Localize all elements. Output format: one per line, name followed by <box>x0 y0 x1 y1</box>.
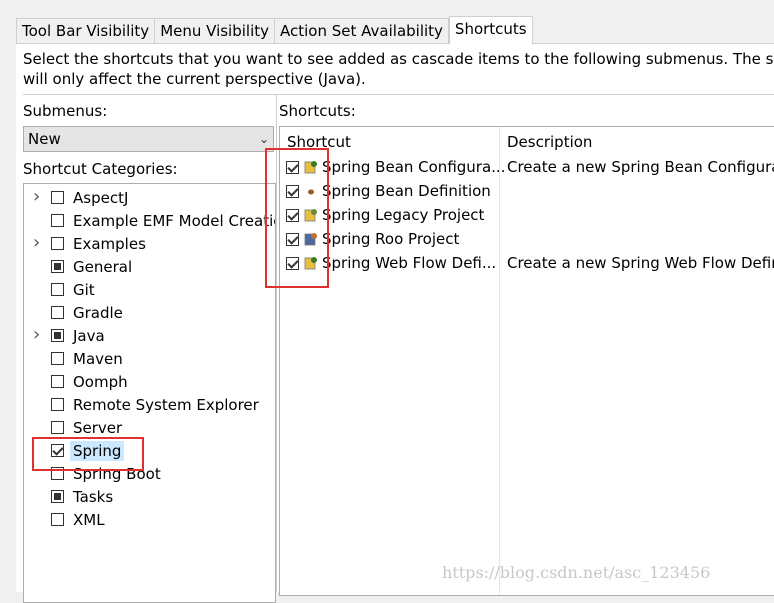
categories-tree[interactable]: › AspectJ Example EMF Model Creation Wizar… <box>23 183 276 603</box>
shortcut-description: Create a new Spring Web Flow Defini <box>507 254 774 272</box>
category-label: Git <box>73 281 95 299</box>
category-row[interactable]: Example EMF Model Creation Wizards <box>24 210 275 233</box>
submenus-dropdown[interactable]: New ⌄ <box>23 126 274 152</box>
category-checkbox[interactable] <box>51 237 64 250</box>
category-checkbox[interactable] <box>51 352 64 365</box>
category-label: Tasks <box>73 488 114 506</box>
shortcut-row[interactable]: Spring Legacy Project <box>280 203 774 227</box>
category-checkbox[interactable] <box>51 421 64 434</box>
description-text: Select the shortcuts that you want to se… <box>23 50 774 88</box>
shortcuts-label: Shortcuts: <box>279 102 356 120</box>
chevron-right-icon[interactable]: › <box>33 324 40 345</box>
chevron-right-icon[interactable]: › <box>33 186 40 207</box>
category-label: AspectJ <box>73 189 129 207</box>
category-label: Server <box>73 419 123 437</box>
shortcut-name: Spring Roo Project <box>322 230 460 248</box>
category-checkbox[interactable] <box>51 398 64 411</box>
category-row[interactable]: General <box>24 256 275 279</box>
category-label: General <box>73 258 133 276</box>
tab-toolbar-visibility[interactable]: Tool Bar Visibility <box>16 18 156 44</box>
category-label: Java <box>73 327 105 345</box>
tab-bar: Tool Bar Visibility Menu Visibility Acti… <box>16 16 533 45</box>
submenus-label: Submenus: <box>23 102 108 120</box>
column-header-description[interactable]: Description <box>507 127 592 155</box>
shortcut-row[interactable]: Spring Bean Configura... Create a new Spr… <box>280 155 774 179</box>
category-label: XML <box>73 511 105 529</box>
tab-shortcuts[interactable]: Shortcuts <box>448 16 533 45</box>
horizontal-separator <box>23 94 774 95</box>
category-label: Example EMF Model Creation Wizards <box>73 212 275 230</box>
shortcut-name: Spring Legacy Project <box>322 206 485 224</box>
shortcut-row[interactable]: Spring Bean Definition <box>280 179 774 203</box>
chevron-right-icon[interactable]: › <box>33 232 40 253</box>
category-row[interactable]: Remote System Explorer <box>24 394 275 417</box>
watermark: https://blog.csdn.net/asc_123456 <box>442 563 711 582</box>
shortcut-description: Create a new Spring Bean Configurati <box>507 158 774 176</box>
category-row[interactable]: › Examples <box>24 232 275 256</box>
category-checkbox[interactable] <box>51 513 64 526</box>
category-row[interactable]: XML <box>24 509 275 532</box>
category-checkbox[interactable] <box>51 490 64 503</box>
highlight-box-shortcut-checkboxes <box>265 148 329 288</box>
highlight-box-spring <box>32 437 144 471</box>
shortcut-row[interactable]: Spring Roo Project <box>280 227 774 251</box>
category-checkbox[interactable] <box>51 329 64 342</box>
shortcut-name: Spring Web Flow Defi... <box>322 254 497 272</box>
category-row[interactable]: › Java <box>24 324 275 348</box>
category-checkbox[interactable] <box>51 306 64 319</box>
category-checkbox[interactable] <box>51 260 64 273</box>
category-row[interactable]: › AspectJ <box>24 186 275 210</box>
category-label: Examples <box>73 235 146 253</box>
submenus-value: New <box>28 130 61 148</box>
category-row[interactable]: Maven <box>24 348 275 371</box>
category-row[interactable]: Git <box>24 279 275 302</box>
category-row[interactable]: Gradle <box>24 302 275 325</box>
category-label: Maven <box>73 350 123 368</box>
category-row[interactable]: Tasks <box>24 486 275 509</box>
category-label: Remote System Explorer <box>73 396 259 414</box>
category-checkbox[interactable] <box>51 191 64 204</box>
shortcut-categories-label: Shortcut Categories: <box>23 160 178 178</box>
category-row[interactable]: Oomph <box>24 371 275 394</box>
shortcuts-table: Shortcut Description Spring Bean Configu… <box>279 126 774 596</box>
category-checkbox[interactable] <box>51 375 64 388</box>
tab-menu-visibility[interactable]: Menu Visibility <box>155 18 276 44</box>
category-checkbox[interactable] <box>51 283 64 296</box>
shortcut-name: Spring Bean Configura... <box>322 158 506 176</box>
tab-action-set-availability[interactable]: Action Set Availability <box>275 18 449 44</box>
category-checkbox[interactable] <box>51 214 64 227</box>
shortcut-row[interactable]: Spring Web Flow Defi... Create a new Spri… <box>280 251 774 275</box>
category-label: Gradle <box>73 304 123 322</box>
category-label: Oomph <box>73 373 128 391</box>
shortcut-name: Spring Bean Definition <box>322 182 491 200</box>
